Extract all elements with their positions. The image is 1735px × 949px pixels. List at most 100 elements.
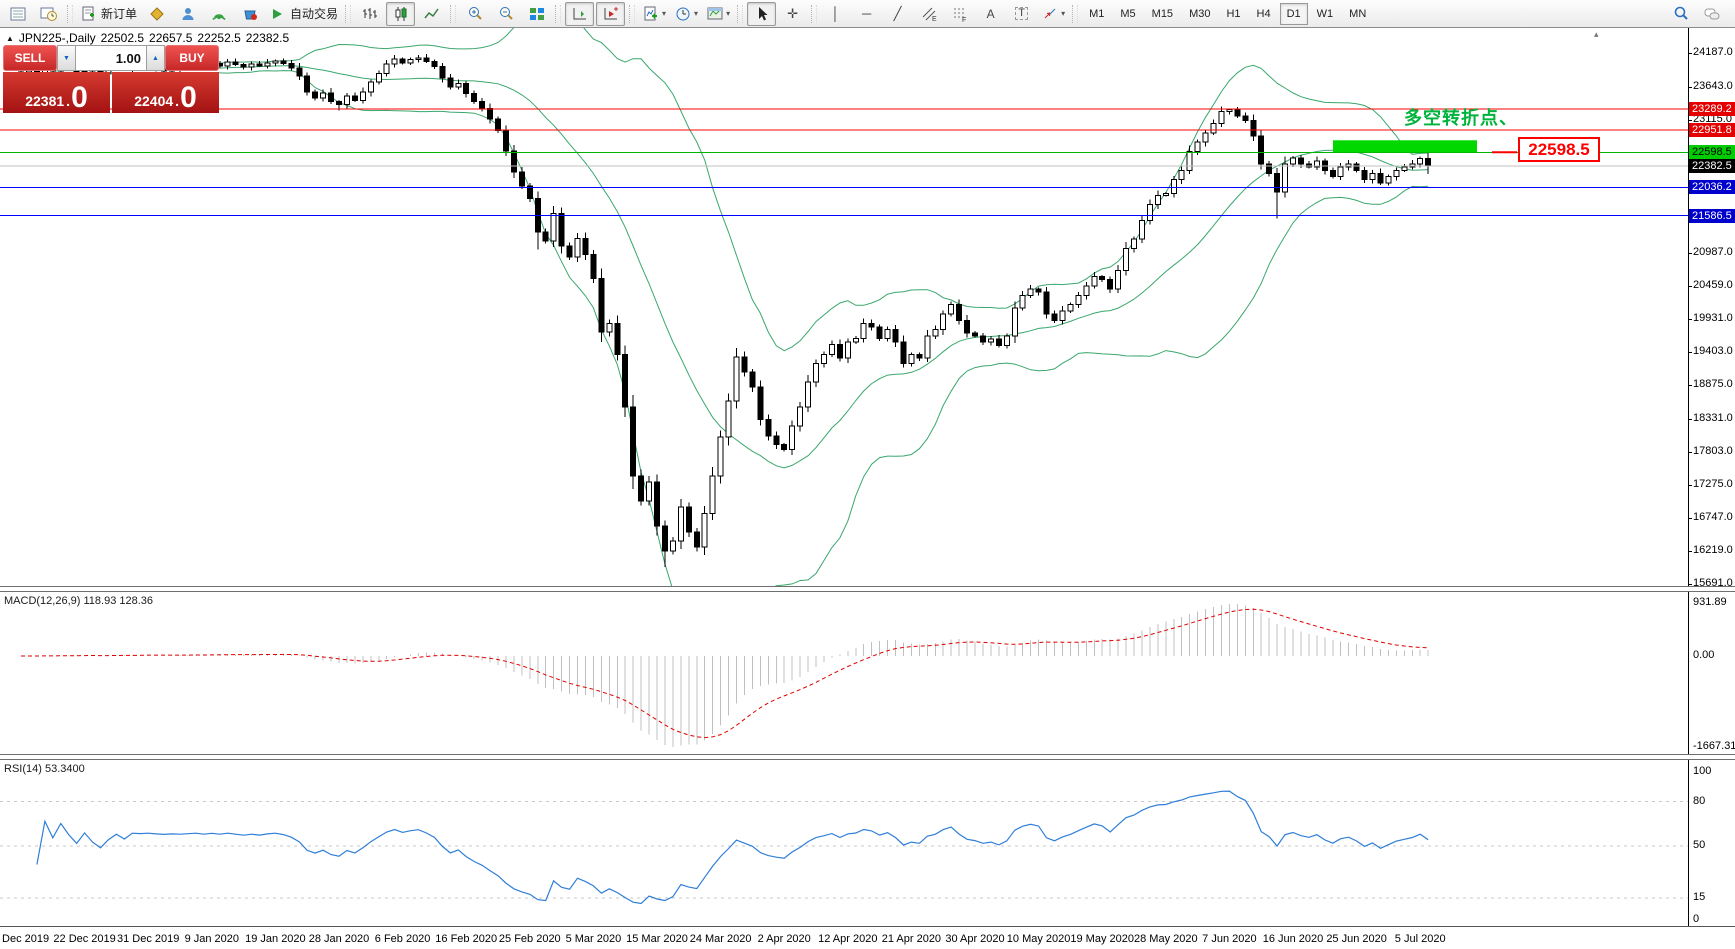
timeframe-MN[interactable]: MN [1342, 3, 1373, 25]
date-axis[interactable]: 2 Dec 201922 Dec 201931 Dec 20199 Jan 20… [0, 926, 1735, 949]
crosshair-icon: ✛ [787, 7, 798, 20]
candlestick-chart-button[interactable] [386, 2, 415, 26]
templates-button[interactable]: ▾ [703, 2, 733, 26]
y-axis-tick: 16219.0 [1693, 544, 1733, 556]
y-axis-tickmark [1689, 253, 1692, 254]
volume-increase-button[interactable]: ▲ [146, 45, 165, 71]
y-axis-tickmark [1689, 419, 1692, 420]
date-axis-label: 28 May 2020 [1134, 933, 1198, 945]
buy-price-big-digit: 0 [180, 86, 197, 111]
toolbar-group-handle [67, 5, 73, 23]
indicators-caret: ▾ [662, 9, 666, 18]
text-button[interactable]: A [976, 2, 1005, 26]
y-axis-tick: 17803.0 [1693, 445, 1733, 457]
date-axis-label: 2 Apr 2020 [758, 933, 811, 945]
rsi-axis-tick: 15 [1693, 891, 1705, 903]
y-axis-tickmark [1689, 319, 1692, 320]
equidistant-channel-icon: E [920, 5, 938, 23]
community-button[interactable] [173, 2, 202, 26]
volume-input[interactable]: 1.00 [76, 45, 146, 71]
periods-button[interactable]: ▾ [671, 2, 701, 26]
fibonacci-button[interactable]: F [945, 2, 974, 26]
timeframe-M5[interactable]: M5 [1113, 3, 1142, 25]
sell-button[interactable]: SELL [3, 45, 57, 71]
macd-axis-tick: -1667.31 [1693, 740, 1735, 752]
autotrading-label: 自动交易 [290, 5, 338, 22]
date-axis-label: 5 Mar 2020 [566, 933, 622, 945]
y-axis-tickmark [1689, 584, 1692, 585]
timeframe-M15[interactable]: M15 [1145, 3, 1180, 25]
chart-shift-button[interactable] [596, 2, 625, 26]
bar-chart-icon [361, 5, 379, 23]
chat-button[interactable] [1697, 2, 1726, 26]
metaeditor-button[interactable] [142, 2, 171, 26]
timeframe-W1[interactable]: W1 [1310, 3, 1341, 25]
chart-title: ▲ JPN225-,Daily 22502.5 22657.5 22252.5 … [6, 31, 289, 45]
arrows-caret: ▾ [1061, 9, 1065, 18]
price-axis: 24187.023643.023115.020987.020459.019931… [1688, 28, 1735, 586]
search-button[interactable] [1666, 2, 1695, 26]
volume-decrease-button[interactable]: ▼ [57, 45, 76, 71]
collapse-triangle-icon[interactable]: ▲ [6, 34, 14, 43]
date-axis-label: 5 Jul 2020 [1395, 933, 1446, 945]
candlestick-chart-icon [392, 5, 410, 23]
y-axis-tick: 18331.0 [1693, 412, 1733, 424]
macd-axis-tick: 931.89 [1693, 596, 1727, 608]
vertical-line-button[interactable]: │ [821, 2, 850, 26]
rsi-axis-tick: 0 [1693, 913, 1699, 925]
autotrading-button[interactable]: 自动交易 [266, 2, 341, 26]
chart-annotation-text[interactable]: 多空转折点、 [1404, 104, 1518, 130]
rsi-canvas[interactable] [0, 760, 1688, 926]
toolbar-group-handle [555, 5, 561, 23]
cursor-icon [753, 5, 771, 23]
y-axis-tickmark [1689, 53, 1692, 54]
indicators-button[interactable]: ▾ [639, 2, 669, 26]
timeframe-bar: M1M5M15M30H1H4D1W1MN [1081, 3, 1374, 25]
buy-price-box[interactable]: 22404 . 0 [112, 72, 219, 113]
date-axis-label: 31 Dec 2019 [117, 933, 179, 945]
arrows-icon [1041, 5, 1059, 23]
trendline-button[interactable]: ╱ [883, 2, 912, 26]
timeframe-M1[interactable]: M1 [1082, 3, 1111, 25]
text-label-button[interactable]: T [1007, 2, 1036, 26]
market-watch-button[interactable] [3, 2, 32, 26]
signals-button[interactable] [204, 2, 233, 26]
channel-button[interactable]: E [914, 2, 943, 26]
date-axis-label: 22 Dec 2019 [53, 933, 115, 945]
price-level-badge: 22951.8 [1689, 123, 1735, 137]
timeframe-M30[interactable]: M30 [1182, 3, 1217, 25]
y-axis-tickmark [1689, 485, 1692, 486]
buy-button[interactable]: BUY [165, 45, 219, 71]
sell-price-box[interactable]: 22381 . 0 [3, 72, 110, 113]
zoom-in-icon [466, 5, 484, 23]
toolbar-group-handle [811, 5, 817, 23]
cursor-button[interactable] [747, 2, 776, 26]
date-axis-label: 16 Jun 2020 [1263, 933, 1324, 945]
market-button[interactable] [235, 2, 264, 26]
macd-value-main: 118.93 [83, 595, 116, 607]
zoom-out-button[interactable] [491, 2, 520, 26]
horizontal-line-button[interactable]: ─ [852, 2, 881, 26]
macd-label: MACD(12,26,9) 118.93 128.36 [4, 595, 153, 607]
crosshair-button[interactable]: ✛ [778, 2, 807, 26]
zoom-in-button[interactable] [460, 2, 489, 26]
macd-canvas[interactable] [0, 592, 1688, 754]
timeframe-H4[interactable]: H4 [1250, 3, 1278, 25]
line-chart-button[interactable] [417, 2, 446, 26]
y-axis-tickmark [1689, 518, 1692, 519]
macd-axis: 931.890.00-1667.31 [1688, 592, 1735, 754]
history-window-button[interactable] [34, 2, 63, 26]
vertical-line-icon: │ [832, 7, 840, 20]
timeframe-D1[interactable]: D1 [1280, 3, 1308, 25]
arrows-button[interactable]: ▾ [1038, 2, 1068, 26]
y-axis-tick: 18875.0 [1693, 378, 1733, 390]
price-callout-label[interactable]: 22598.5 [1518, 137, 1600, 162]
timeframe-H1[interactable]: H1 [1219, 3, 1247, 25]
tile-windows-button[interactable] [522, 2, 551, 26]
ohlc-open: 22502.5 [101, 31, 144, 45]
autotrading-icon [269, 5, 287, 23]
bar-chart-button[interactable] [355, 2, 384, 26]
chart-shift-icon [602, 5, 620, 23]
new-order-button[interactable]: 新订单 [77, 2, 140, 26]
auto-scroll-button[interactable] [565, 2, 594, 26]
